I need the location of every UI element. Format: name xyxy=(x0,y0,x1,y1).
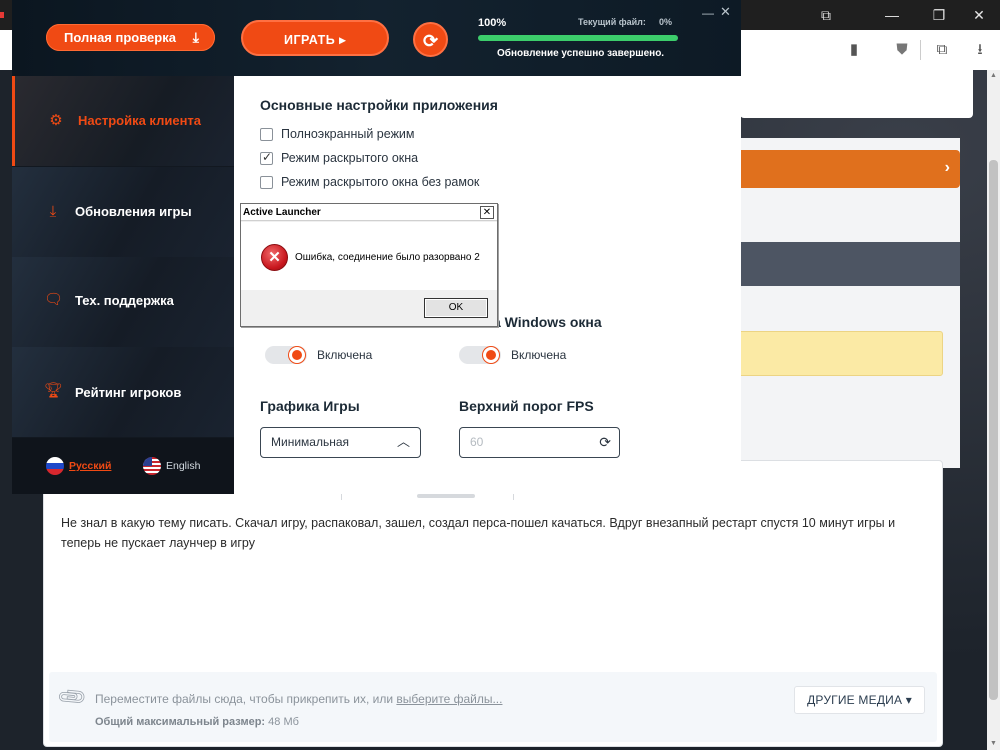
shield-icon[interactable]: ⛊ xyxy=(892,40,912,60)
sidebar-item-support[interactable]: 🗨︎ Тех. поддержка xyxy=(12,257,234,347)
error-message: Ошибка, соединение было разорвано 2 xyxy=(295,252,480,263)
launcher-close-icon[interactable]: ✕ xyxy=(720,4,731,20)
toggle-label-2: Включена xyxy=(511,348,567,362)
forum-orange-banner[interactable]: › xyxy=(740,150,960,188)
max-size-info: Общий максимальный размер: 48 Мб xyxy=(95,716,299,728)
forum-header-card xyxy=(740,70,973,118)
ok-button[interactable]: OK xyxy=(424,298,488,318)
fullscreen-checkbox[interactable] xyxy=(260,128,273,141)
sidebar-item-label: Обновления игры xyxy=(75,204,192,219)
full-check-label: Полная проверка xyxy=(64,30,176,45)
scroll-thumb[interactable] xyxy=(989,160,998,700)
main-settings-heading: Основные настройки приложения xyxy=(260,97,498,113)
choose-files-link[interactable]: выберите файлы... xyxy=(396,692,502,706)
editor-toolbar-indicator xyxy=(417,494,475,498)
launcher-minimize-icon[interactable]: — xyxy=(702,6,714,20)
toolbar-divider xyxy=(920,40,921,60)
toggle-label-1: Включена xyxy=(317,348,373,362)
dialog-title: Active Launcher xyxy=(241,204,497,221)
download-icon: ⤓ xyxy=(49,203,57,220)
borderless-checkbox[interactable] xyxy=(260,176,273,189)
error-icon: ✕ xyxy=(261,244,288,271)
us-flag-icon[interactable] xyxy=(143,457,161,475)
sidebar-item-game-updates[interactable]: ⤓ Обновления игры xyxy=(12,167,234,257)
error-dialog: Active Launcher ✕ ✕ Ошибка, соединение б… xyxy=(240,203,498,327)
attach-hint: Переместите файлы сюда, чтобы прикрепить… xyxy=(95,692,502,706)
trophy-icon: 🏆︎ xyxy=(44,382,64,399)
minimize-icon[interactable]: — xyxy=(883,6,901,24)
language-russian[interactable]: Русский xyxy=(69,460,111,472)
sidebar-item-label: Настройка клиента xyxy=(78,113,202,128)
windowed-checkbox[interactable] xyxy=(260,150,273,165)
gear-icon: ⚙ xyxy=(49,112,63,129)
progress-status: Обновление успешно завершено. xyxy=(497,48,665,59)
sidebar-item-label: Рейтинг игроков xyxy=(75,385,182,400)
other-media-button[interactable]: ДРУГИЕ МЕДИА ▾ xyxy=(794,686,925,714)
attach-hint-text: Переместите файлы сюда, чтобы прикрепить… xyxy=(95,692,397,706)
fps-value: 60 xyxy=(470,435,484,449)
extensions-icon[interactable]: ⧉ xyxy=(932,40,952,60)
collections-icon[interactable]: ⧉ xyxy=(817,6,835,24)
sidebar-item-player-rating[interactable]: 🏆︎ Рейтинг игроков xyxy=(12,347,234,437)
chevron-right-icon: › xyxy=(944,159,950,176)
reset-icon[interactable]: ⟳ xyxy=(599,428,611,457)
chevron-up-icon: ︿ xyxy=(396,434,410,449)
play-button[interactable]: ИГРАТЬ ▸ xyxy=(241,20,389,56)
support-icon: 🗨︎ xyxy=(44,291,64,308)
max-size-value: 48 Мб xyxy=(268,716,299,728)
full-check-button[interactable]: Полная проверка ⤓ xyxy=(46,24,215,51)
scroll-down-icon[interactable]: ▼ xyxy=(989,740,998,748)
refresh-icon[interactable]: ⟳ xyxy=(413,22,448,57)
scroll-up-icon[interactable]: ▲ xyxy=(989,72,998,80)
restore-icon[interactable]: ❐ xyxy=(930,6,948,24)
windowed-label: Режим раскрытого окна xyxy=(281,151,419,165)
editor-toolbar-divider xyxy=(513,494,514,500)
post-text[interactable]: Не знал в какую тему писать. Скачал игру… xyxy=(61,513,931,553)
browser-toolbar: ▮ ⛊ ⧉ ⭳ xyxy=(740,30,1000,70)
graphics-select[interactable]: Минимальная ︿ xyxy=(260,427,421,458)
progress-bar xyxy=(478,35,678,41)
sidebar-item-label: Тех. поддержка xyxy=(75,293,174,308)
dialog-body: ✕ Ошибка, соединение было разорвано 2 xyxy=(241,222,497,290)
close-icon[interactable]: ✕ xyxy=(970,6,988,24)
bookmark-icon[interactable]: ▮ xyxy=(844,40,864,60)
language-english[interactable]: English xyxy=(166,460,200,472)
toggle-knob xyxy=(483,347,499,363)
download-icon[interactable]: ⭳ xyxy=(970,40,990,60)
launcher-sidebar: ⚙ Настройка клиента ⤓ Обновления игры 🗨︎… xyxy=(12,76,234,494)
forum-section-header xyxy=(740,242,960,286)
max-size-label: Общий максимальный размер: xyxy=(95,716,266,728)
windows-window-heading: а Windows окна xyxy=(493,314,602,330)
download-icon: ⤓ xyxy=(192,29,199,45)
toggle-knob xyxy=(289,347,305,363)
progress-bar-fill xyxy=(478,35,678,41)
fps-heading: Верхний порог FPS xyxy=(459,398,594,414)
toggle-switch-2[interactable] xyxy=(459,346,501,364)
borderless-label: Режим раскрытого окна без рамок xyxy=(281,175,480,189)
editor-toolbar-divider xyxy=(341,494,342,500)
sidebar-item-client-settings[interactable]: ⚙ Настройка клиента xyxy=(12,76,234,166)
current-file-label: Текущий файл: xyxy=(578,17,646,27)
browser-logo-fragment xyxy=(0,12,4,18)
graphics-value: Минимальная xyxy=(271,435,350,449)
progress-percent: 100% xyxy=(478,17,507,29)
fullscreen-label: Полноэкранный режим xyxy=(281,127,415,141)
current-file-value: 0% xyxy=(659,17,673,27)
dialog-close-icon[interactable]: ✕ xyxy=(480,206,494,219)
forum-notice-box xyxy=(740,331,943,376)
graphics-heading: Графика Игры xyxy=(260,398,360,414)
toggle-switch-1[interactable] xyxy=(265,346,307,364)
page-scrollbar[interactable]: ▲ ▼ xyxy=(987,70,1000,750)
fps-input[interactable]: 60 ⟳ xyxy=(459,427,620,458)
language-switcher: Русский English xyxy=(12,438,234,494)
russian-flag-icon[interactable] xyxy=(46,457,64,475)
